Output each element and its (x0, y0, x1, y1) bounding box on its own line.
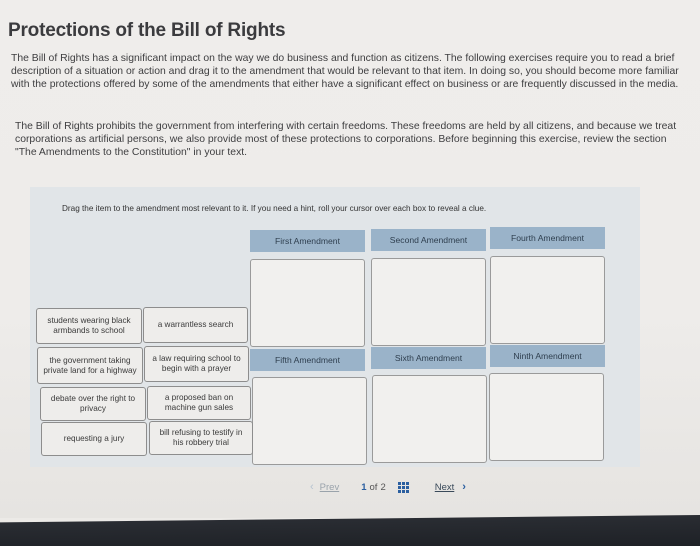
chevron-left-icon[interactable]: ‹ (310, 481, 314, 493)
exercise-instruction: Drag the item to the amendment most rele… (62, 204, 487, 213)
amendment-header-second: Second Amendment (371, 229, 486, 251)
amendment-header-ninth: Ninth Amendment (490, 345, 605, 367)
drag-item[interactable]: a warrantless search (143, 307, 248, 343)
drag-item[interactable]: students wearing black armbands to schoo… (36, 308, 142, 344)
grid-icon[interactable] (397, 481, 409, 493)
amendment-header-first: First Amendment (250, 230, 365, 252)
amendment-header-fifth: Fifth Amendment (250, 349, 365, 371)
intro-paragraph-1: The Bill of Rights has a significant imp… (11, 53, 679, 90)
drop-zone-ninth-amendment[interactable] (489, 373, 604, 461)
drop-zone-sixth-amendment[interactable] (372, 375, 487, 463)
drop-zone-fifth-amendment[interactable] (252, 377, 367, 465)
amendment-header-sixth: Sixth Amendment (371, 347, 486, 369)
drag-item[interactable]: bill refusing to testify in his robbery … (149, 421, 253, 455)
amendment-header-fourth: Fourth Amendment (490, 227, 605, 249)
drag-item[interactable]: debate over the right to privacy (40, 387, 146, 421)
assignment-page: Protections of the Bill of Rights The Bi… (0, 0, 700, 518)
page-of-label: of (369, 481, 378, 493)
total-pages: 2 (380, 481, 386, 493)
drop-zone-second-amendment[interactable] (371, 258, 486, 346)
prev-button[interactable]: Prev (320, 482, 340, 493)
next-button[interactable]: Next (435, 482, 455, 493)
drop-zone-first-amendment[interactable] (250, 259, 365, 347)
current-page: 1 (361, 481, 367, 493)
drag-item[interactable]: the government taking private land for a… (37, 347, 143, 384)
chevron-right-icon[interactable]: › (462, 481, 466, 493)
drag-item[interactable]: a law requiring school to begin with a p… (144, 346, 249, 382)
screen-bezel (0, 515, 700, 546)
pagination: ‹ Prev 1 of 2 Next › (310, 481, 466, 493)
drag-item[interactable]: a proposed ban on machine gun sales (147, 386, 251, 420)
page-title: Protections of the Bill of Rights (8, 20, 286, 41)
drag-item[interactable]: requesting a jury (41, 422, 147, 456)
intro-paragraph-2: The Bill of Rights prohibits the governm… (15, 121, 677, 158)
drop-zone-fourth-amendment[interactable] (490, 256, 605, 344)
